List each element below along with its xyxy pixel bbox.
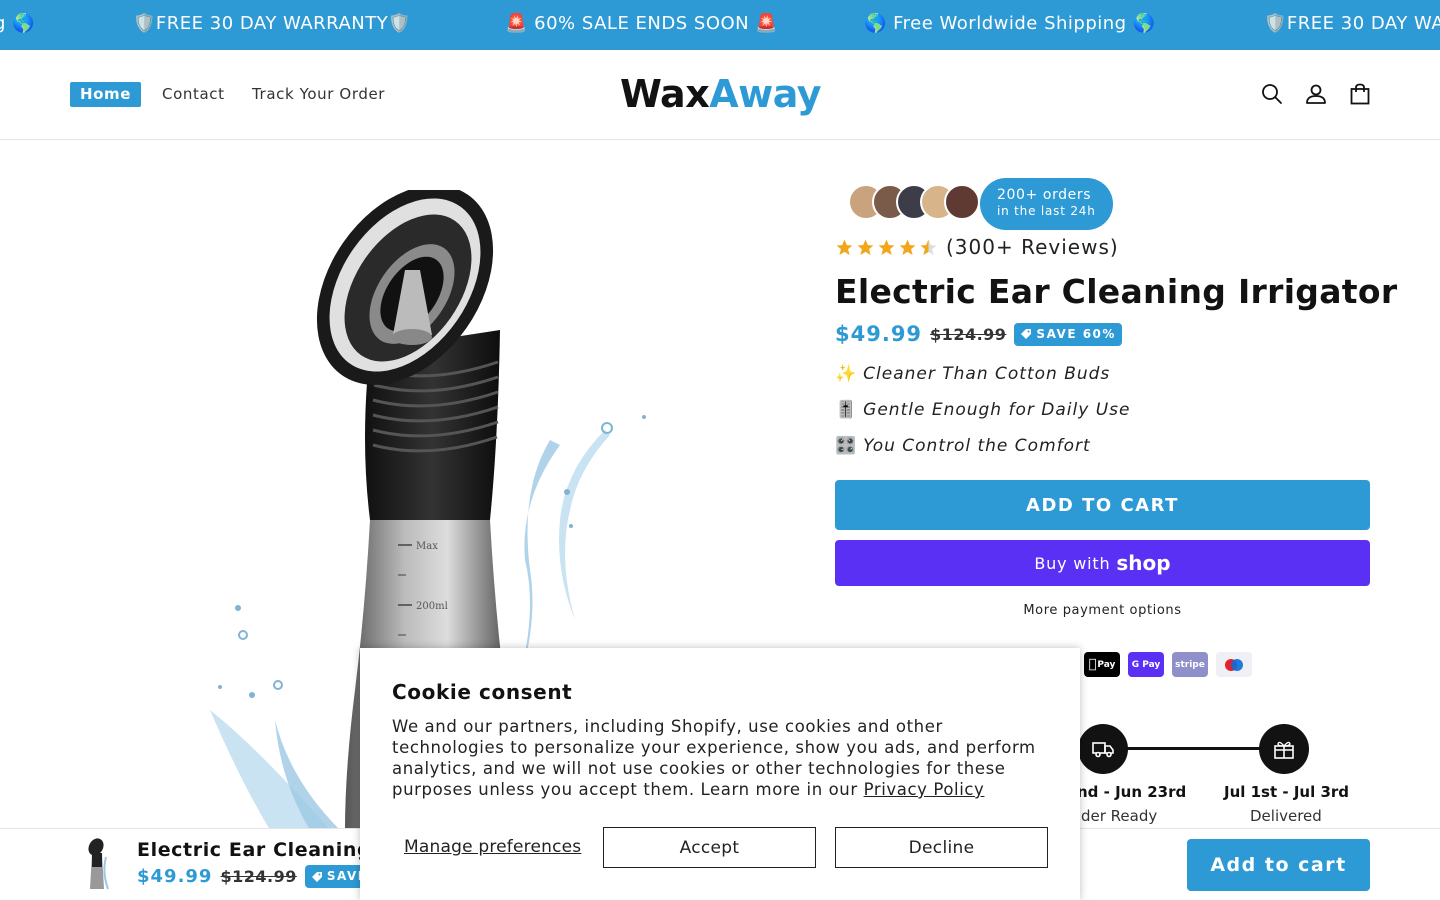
feature-item: 🎚️ Gentle Enough for Daily Use bbox=[835, 400, 1130, 420]
orders-badge: 200+ orders in the last 24h bbox=[980, 178, 1113, 230]
feature-item: 🎛️ You Control the Comfort bbox=[835, 436, 1091, 456]
sticky-product-title: Electric Ear Cleaning bbox=[137, 839, 372, 861]
announcement-warranty: 🛡️FREE 30 DAY WARRANTY🛡️ bbox=[133, 13, 412, 34]
sticky-price-row: $49.99 $124.99 SAVE bbox=[137, 865, 374, 888]
sticky-product-thumbnail bbox=[88, 838, 109, 890]
product-title: Electric Ear Cleaning Irrigator bbox=[835, 272, 1398, 311]
timeline-date: Jul 1st - Jul 3rd bbox=[1224, 783, 1350, 801]
search-icon[interactable] bbox=[1260, 82, 1284, 106]
control-knobs-icon: 🎛️ bbox=[835, 436, 858, 456]
privacy-policy-link[interactable]: Privacy Policy bbox=[864, 780, 985, 799]
announcement-sale: 🚨 60% SALE ENDS SOON 🚨 bbox=[505, 13, 779, 34]
slider-icon: 🎚️ bbox=[835, 400, 858, 420]
announcement-bar: g 🌎 🛡️FREE 30 DAY WARRANTY🛡️ 🚨 60% SALE … bbox=[0, 0, 1440, 50]
maestro-icon bbox=[1216, 652, 1252, 677]
truck-icon bbox=[1078, 724, 1128, 774]
google-pay-icon: G Pay bbox=[1128, 652, 1164, 677]
tag-icon bbox=[311, 871, 322, 882]
star-icon bbox=[857, 239, 874, 255]
account-icon[interactable] bbox=[1304, 82, 1328, 106]
sticky-add-to-cart-button[interactable]: Add to cart bbox=[1187, 839, 1370, 891]
product-rating[interactable]: (300+ Reviews) bbox=[835, 234, 1119, 260]
star-rating bbox=[835, 238, 938, 257]
feature-text: Cleaner Than Cotton Buds bbox=[863, 364, 1111, 384]
cookie-actions: Manage preferences Accept Decline bbox=[392, 827, 1048, 868]
save-badge: SAVE 60% bbox=[1014, 322, 1122, 346]
save-badge-label: SAVE 60% bbox=[1036, 326, 1116, 341]
site-logo[interactable]: WaxAway bbox=[620, 72, 821, 116]
apple-pay-icon: Pay bbox=[1084, 652, 1120, 677]
orders-period: in the last 24h bbox=[997, 204, 1096, 218]
payment-icons: Pay G Pay stripe bbox=[1084, 652, 1252, 677]
gift-icon bbox=[1259, 724, 1309, 774]
nav-contact[interactable]: Contact bbox=[162, 85, 225, 103]
cookie-title: Cookie consent bbox=[392, 680, 573, 704]
timeline-label: Delivered bbox=[1250, 807, 1322, 825]
manage-preferences-link[interactable]: Manage preferences bbox=[404, 837, 581, 857]
announcement-shipping: 🌎 Free Worldwide Shipping 🌎 bbox=[864, 13, 1156, 34]
compare-price: $124.99 bbox=[930, 324, 1007, 344]
feature-item: ✨ Cleaner Than Cotton Buds bbox=[835, 364, 1110, 384]
announcement-item: g 🌎 bbox=[0, 13, 36, 34]
tag-icon bbox=[1021, 329, 1032, 339]
social-proof: 200+ orders in the last 24h bbox=[848, 178, 1118, 230]
price-row: $49.99 $124.99 SAVE 60% bbox=[835, 322, 1122, 346]
announcement-warranty-repeat: 🛡️FREE 30 DAY WA bbox=[1264, 13, 1440, 34]
shop-pay-button[interactable]: Buy with shop bbox=[835, 540, 1370, 586]
orders-count: 200+ orders bbox=[997, 187, 1092, 203]
sticky-compare-price: $124.99 bbox=[220, 867, 297, 886]
add-to-cart-button[interactable]: ADD TO CART bbox=[835, 480, 1370, 530]
sale-price: $49.99 bbox=[835, 322, 923, 346]
half-star-icon bbox=[920, 239, 937, 255]
cart-icon[interactable] bbox=[1348, 82, 1372, 106]
reviews-count[interactable]: (300+ Reviews) bbox=[946, 235, 1119, 259]
sparkles-icon: ✨ bbox=[835, 364, 858, 384]
star-icon bbox=[878, 239, 895, 255]
nav-track-order[interactable]: Track Your Order bbox=[252, 85, 385, 103]
star-icon bbox=[836, 239, 853, 255]
logo-away: Away bbox=[709, 72, 821, 116]
delivery-timeline bbox=[1103, 747, 1283, 750]
stripe-icon: stripe bbox=[1172, 652, 1208, 677]
more-payment-options-link[interactable]: More payment options bbox=[835, 603, 1370, 618]
shop-pay-logo: shop bbox=[1116, 551, 1171, 575]
cookie-text: We and our partners, including Shopify, … bbox=[392, 716, 1048, 800]
buy-with-label: Buy with bbox=[1034, 553, 1111, 573]
svg-text:Max: Max bbox=[416, 541, 438, 552]
decline-button[interactable]: Decline bbox=[835, 827, 1048, 868]
cookie-consent-dialog: Cookie consent We and our partners, incl… bbox=[360, 648, 1080, 900]
sticky-sale-price: $49.99 bbox=[137, 866, 213, 887]
accept-button[interactable]: Accept bbox=[603, 827, 816, 868]
feature-text: You Control the Comfort bbox=[863, 436, 1091, 456]
timeline-label: der Ready bbox=[1081, 807, 1158, 825]
star-icon bbox=[899, 239, 916, 255]
svg-text:200ml: 200ml bbox=[416, 601, 448, 612]
feature-text: Gentle Enough for Daily Use bbox=[863, 400, 1131, 420]
site-header: Home Contact Track Your Order WaxAway bbox=[0, 50, 1440, 140]
avatar bbox=[944, 184, 980, 220]
nav-home[interactable]: Home bbox=[70, 82, 142, 107]
logo-wax: Wax bbox=[620, 72, 710, 116]
timeline-date: nd - Jun 23rd bbox=[1077, 783, 1187, 801]
